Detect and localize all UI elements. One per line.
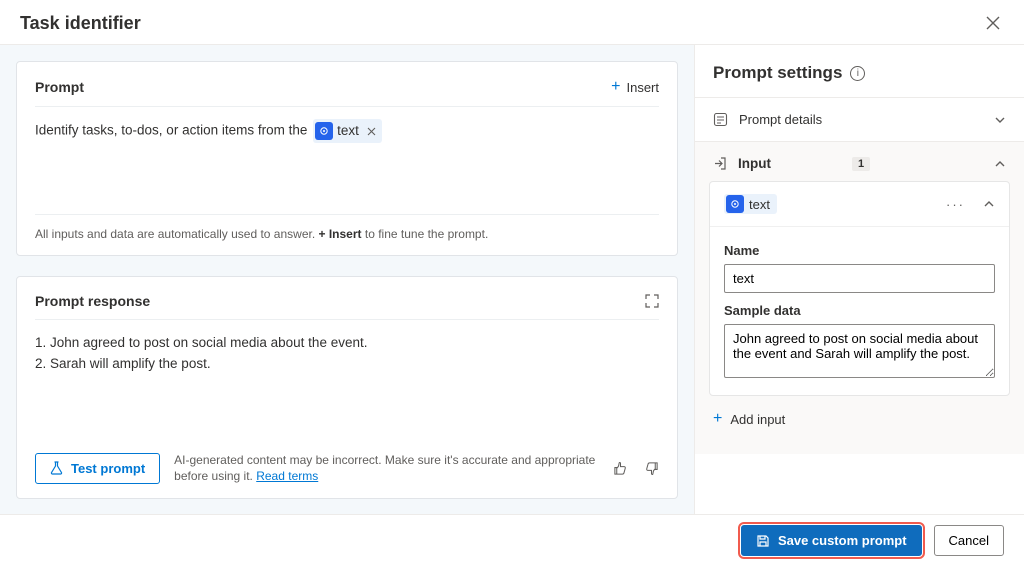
chevron-up-icon (994, 158, 1006, 170)
prompt-details-label: Prompt details (739, 112, 984, 127)
prompt-text-area[interactable]: Identify tasks, to-dos, or action items … (35, 119, 659, 143)
response-line: 1. John agreed to post on social media a… (35, 332, 659, 353)
dialog-footer: Save custom prompt Cancel (0, 514, 1024, 566)
input-section-icon (713, 156, 728, 171)
response-section-title: Prompt response (35, 293, 150, 309)
dialog-title: Task identifier (20, 13, 141, 34)
prompt-details-section[interactable]: Prompt details (695, 97, 1024, 141)
response-card: Prompt response 1. John agreed to post o… (16, 276, 678, 499)
name-field-label: Name (724, 243, 995, 258)
chip-remove-icon[interactable] (367, 127, 376, 136)
insert-label: Insert (626, 80, 659, 95)
variable-icon (726, 195, 744, 213)
expand-icon[interactable] (645, 294, 659, 308)
plus-icon: + (713, 410, 722, 428)
dialog-header: Task identifier (0, 0, 1024, 45)
read-terms-link[interactable]: Read terms (256, 469, 318, 483)
thumbs-up-icon[interactable] (613, 461, 628, 476)
settings-title: Prompt settings (713, 63, 842, 83)
save-custom-prompt-button[interactable]: Save custom prompt (741, 525, 922, 556)
close-icon[interactable] (982, 12, 1004, 34)
variable-icon (315, 122, 333, 140)
ai-disclaimer: AI-generated content may be incorrect. M… (174, 452, 599, 484)
save-icon (756, 534, 770, 548)
prompt-hint: All inputs and data are automatically us… (35, 214, 659, 241)
input-section-header[interactable]: Input 1 (709, 142, 1010, 181)
test-prompt-button[interactable]: Test prompt (35, 453, 160, 484)
sample-data-textarea[interactable] (724, 324, 995, 378)
thumbs-down-icon[interactable] (644, 461, 659, 476)
editor-column: Prompt + Insert Identify tasks, to-dos, … (0, 45, 694, 515)
test-prompt-label: Test prompt (71, 461, 145, 476)
chevron-down-icon (994, 114, 1006, 126)
prompt-card: Prompt + Insert Identify tasks, to-dos, … (16, 61, 678, 256)
response-line: 2. Sarah will amplify the post. (35, 353, 659, 374)
insert-button[interactable]: + Insert (611, 78, 659, 96)
input-item-card: text ··· Name Sample data (709, 181, 1010, 396)
prompt-section-title: Prompt (35, 79, 84, 95)
info-icon[interactable]: i (850, 66, 865, 81)
chevron-up-icon[interactable] (983, 198, 995, 210)
name-input[interactable] (724, 264, 995, 293)
input-count-badge: 1 (852, 157, 870, 171)
add-input-label: Add input (730, 412, 785, 427)
flask-icon (50, 461, 63, 475)
add-input-button[interactable]: + Add input (709, 396, 1010, 442)
response-body: 1. John agreed to post on social media a… (35, 332, 659, 374)
variable-chip-text[interactable]: text (313, 119, 382, 143)
input-variable-chip: text (724, 194, 777, 214)
sample-data-field-label: Sample data (724, 303, 995, 318)
prompt-text-before: Identify tasks, to-dos, or action items … (35, 123, 311, 138)
variable-chip-label: text (337, 120, 359, 142)
save-button-label: Save custom prompt (778, 533, 907, 548)
cancel-button[interactable]: Cancel (934, 525, 1004, 556)
details-icon (713, 112, 729, 127)
input-chip-label: text (749, 197, 770, 212)
input-section-label: Input (738, 156, 842, 171)
plus-icon: + (611, 78, 620, 96)
settings-panel: Prompt settings i Prompt details Input 1 (694, 45, 1024, 515)
more-options-icon[interactable]: ··· (946, 197, 965, 212)
